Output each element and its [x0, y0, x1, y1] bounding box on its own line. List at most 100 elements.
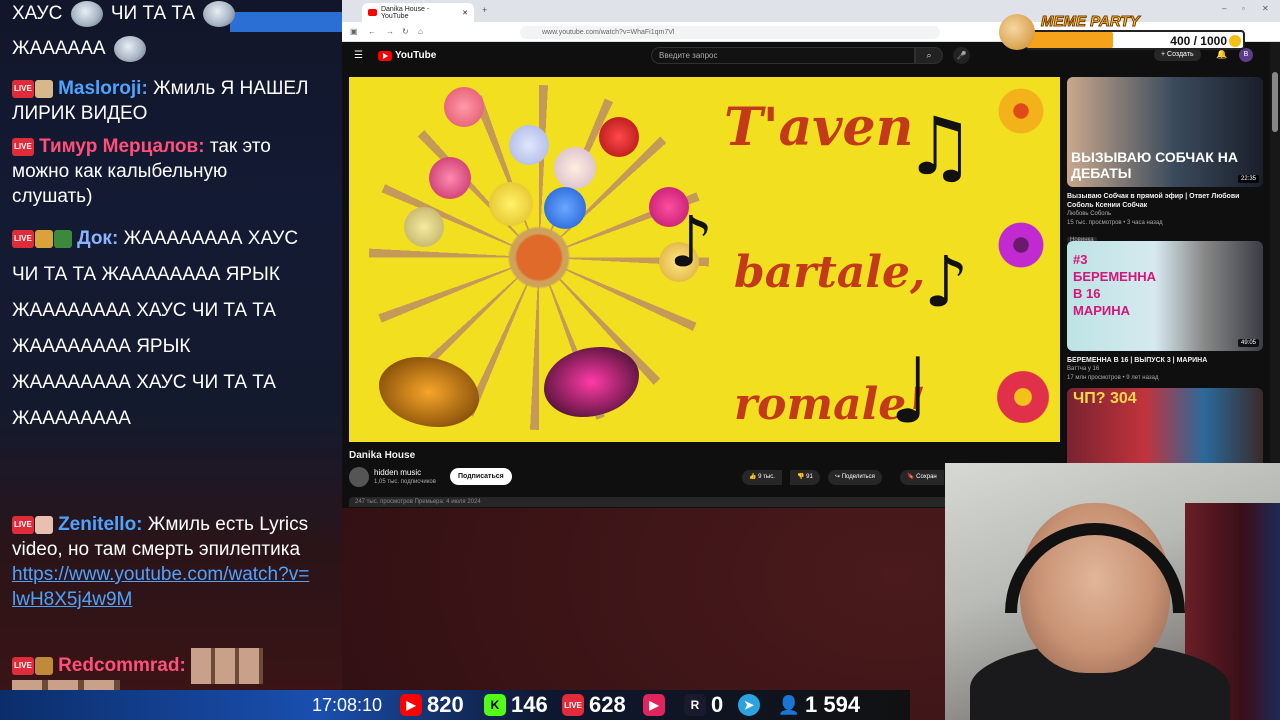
music-note-icon: ♫ [904, 100, 976, 193]
close-window-icon[interactable]: ✕ [1262, 4, 1269, 13]
thumbnail-text: ВЫЗЫВАЮ СОБЧАК НА ДЕБАТЫ [1071, 149, 1238, 181]
youtube-viewer-count: 820 [427, 692, 464, 717]
video-thumbnail[interactable]: #3 БЕРЕМЕННА В 16 МАРИНА 49:05 [1067, 241, 1263, 351]
live-badge: LIVE [12, 137, 34, 156]
webcam-feed [945, 463, 1280, 720]
emote-icon [191, 648, 264, 684]
reload-icon[interactable]: ↻ [402, 27, 409, 36]
suggested-channel[interactable]: Любовь Соболь [1067, 210, 1263, 219]
live-viewer-count: 628 [589, 692, 626, 717]
thumbs-down-icon: 👎 [797, 474, 805, 480]
stream-status-bar: 17:08:10 ▶ 820 K 146 LIVE 628 ▶ R 0 ➤ 👤 … [0, 690, 910, 720]
mic-icon[interactable]: 🎤 [953, 47, 970, 64]
emote-icon [12, 680, 120, 690]
scrollbar-thumb[interactable] [1272, 72, 1278, 132]
channel-avatar[interactable] [349, 467, 369, 487]
thumbnail-text: #3 БЕРЕМЕННА В 16 МАРИНА [1073, 252, 1157, 318]
sidebar-icon[interactable]: ▣ [350, 27, 358, 36]
video-player[interactable]: ♪ T'aven bartale, romale! ♫ ♪ ♩ [349, 77, 1060, 442]
rose-illustration [404, 207, 444, 247]
suggested-title[interactable]: Вызываю Собчак в прямой эфир | Ответ Люб… [1067, 192, 1263, 210]
menu-icon[interactable]: ☰ [354, 50, 363, 61]
rose-illustration [544, 187, 586, 229]
video-overlay-text: T'aven [724, 97, 914, 158]
live-viewers: LIVE 628 [562, 692, 626, 718]
bookmark-icon: 🔖 [907, 474, 915, 480]
channel-name[interactable]: hidden music [374, 468, 421, 477]
browser-window: Danika House - YouTube ✕ + – ▫ ✕ ▣ ← → ↻… [342, 0, 1280, 508]
suggested-video[interactable]: ВЫЗЫВАЮ СОБЧАК НА ДЕБАТЫ 22:35 Вызываю С… [1067, 77, 1263, 246]
chat-username[interactable]: Zenitello: [58, 514, 142, 535]
share-button[interactable]: ↪ Поделиться [828, 470, 882, 485]
save-label: Сохран [916, 474, 937, 480]
live-badge: LIVE [12, 515, 34, 534]
rutube-viewers: R 0 [684, 692, 723, 718]
chat-message: LIVE Тимур Мерцалов: так это можно как к… [12, 134, 312, 209]
headphones-icon [1005, 523, 1185, 613]
telegram-icon: ➤ [738, 694, 760, 716]
daisy-illustration [995, 85, 1047, 137]
suggested-meta: 15 тыс. просмотров • 3 часа назад [1067, 220, 1163, 226]
chat-username[interactable]: Док: [77, 228, 118, 249]
like-button[interactable]: 👍 9 тыс. [742, 470, 782, 485]
stream-clock: 17:08:10 [312, 694, 383, 715]
forward-icon[interactable]: → [386, 27, 394, 36]
user-icon: 👤 [777, 694, 801, 715]
video-thumbnail[interactable]: ВЫЗЫВАЮ СОБЧАК НА ДЕБАТЫ 22:35 [1067, 77, 1263, 187]
save-button[interactable]: 🔖 Сохран [900, 470, 944, 485]
back-icon[interactable]: ← [368, 27, 376, 36]
suggested-video[interactable]: #3 БЕРЕМЕННА В 16 МАРИНА 49:05 БЕРЕМЕННА… [1067, 241, 1263, 383]
chat-message-text: ЖАААААА [12, 38, 106, 60]
rutube-icon: R [684, 694, 706, 716]
music-note-icon: ♪ [924, 241, 969, 323]
kick-viewers: K 146 [484, 692, 548, 718]
chat-username[interactable]: Redcommrad: [58, 655, 186, 676]
music-note-icon: ♩ [889, 339, 932, 442]
daisy-illustration [995, 219, 1047, 271]
rose-illustration [554, 147, 596, 189]
video-duration: 22:35 [1237, 175, 1259, 183]
youtube-logo-text: YouTube [395, 50, 437, 61]
close-icon[interactable]: ✕ [462, 9, 468, 17]
chat-link[interactable]: https://www.youtube.com/watch?v=lwH8X5j4… [12, 564, 309, 610]
search-button[interactable]: ⌕ [915, 47, 943, 64]
rose-illustration [489, 182, 533, 226]
subscribe-button[interactable]: Подписаться [450, 468, 512, 485]
doge-icon [999, 14, 1035, 50]
suggested-video[interactable]: ЧП? 304 [1067, 388, 1263, 468]
minimize-icon[interactable]: – [1222, 4, 1226, 13]
video-thumbnail[interactable]: ЧП? 304 [1067, 388, 1263, 468]
music-note-icon: ♪ [669, 201, 714, 283]
chat-username[interactable]: Masloroji: [58, 78, 148, 99]
maximize-icon[interactable]: ▫ [1242, 4, 1245, 13]
meme-progress-fill [1027, 32, 1114, 48]
vk-video: ▶ [643, 692, 665, 718]
thumbnail-text: ЧП? 304 [1073, 390, 1137, 407]
emote-icon [70, 1, 103, 27]
youtube-logo[interactable]: YouTube [378, 50, 436, 61]
home-icon[interactable]: ⌂ [418, 27, 423, 36]
meme-party-label: MEME PARTY [1041, 13, 1141, 31]
kick-icon: K [484, 694, 506, 716]
like-count: 9 тыс. [758, 474, 775, 480]
page-scrollbar[interactable] [1270, 42, 1280, 462]
url-field[interactable]: www.youtube.com/watch?v=WhaFi1qm7Vl [520, 26, 940, 39]
suggested-channel[interactable]: Ваттча у 16 [1067, 365, 1263, 374]
browser-tab[interactable]: Danika House - YouTube ✕ [362, 3, 474, 22]
emote-icon [203, 1, 236, 27]
youtube-page: ☰ YouTube Введите запрос ⌕ 🎤 + Создать 🔔… [342, 42, 1280, 508]
search-input[interactable]: Введите запрос [651, 47, 915, 64]
total-viewer-count: 1 594 [805, 692, 861, 717]
new-tab-icon[interactable]: + [482, 5, 487, 15]
live-badge: LIVE [12, 79, 34, 98]
chat-username[interactable]: Тимур Мерцалов: [39, 136, 204, 157]
dislike-count: 91 [806, 474, 813, 480]
dislike-button[interactable]: 👎 91 [790, 470, 820, 485]
suggested-title[interactable]: БЕРЕМЕННА В 16 | ВЫПУСК 3 | МАРИНА [1067, 356, 1263, 365]
share-label: Поделиться [841, 474, 875, 480]
rose-illustration [599, 117, 639, 157]
meme-progress-count: 400 / 1000 [1170, 34, 1227, 48]
chat-message: ЖАААААА [12, 36, 312, 62]
meme-party-widget: 400 / 1000 MEME PARTY [993, 13, 1245, 52]
rutube-viewer-count: 0 [711, 692, 724, 717]
